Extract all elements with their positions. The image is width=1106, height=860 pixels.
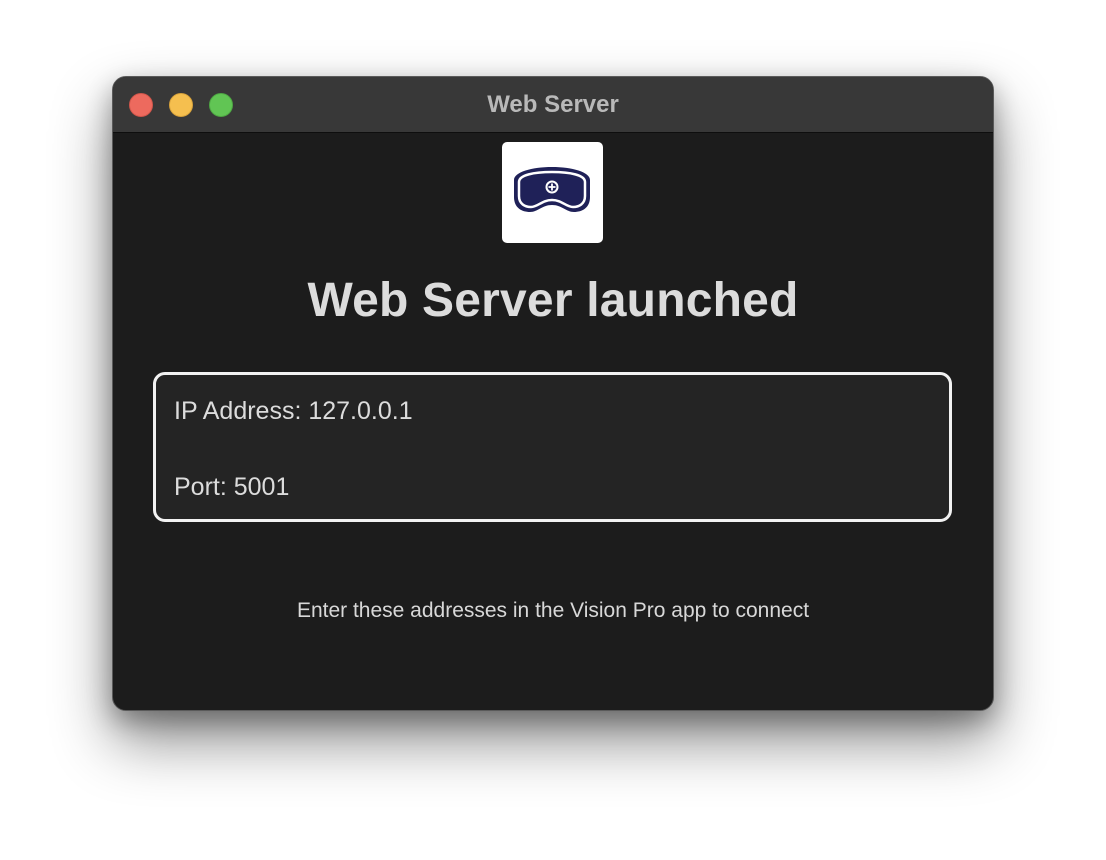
connect-instruction: Enter these addresses in the Vision Pro … — [296, 599, 810, 622]
ip-address-text[interactable]: IP Address: 127.0.0.1 — [174, 395, 413, 427]
window-title: Web Server — [487, 91, 619, 118]
vision-headset-icon — [502, 142, 603, 243]
connection-info-box: IP Address: 127.0.0.1 Port: 5001 — [153, 372, 952, 522]
web-server-window: Web Server Web Server launched IP Addres… — [112, 76, 994, 711]
port-text[interactable]: Port: 5001 — [174, 471, 289, 503]
page-title: Web Server launched — [307, 274, 799, 327]
title-bar[interactable]: Web Server — [113, 77, 993, 133]
